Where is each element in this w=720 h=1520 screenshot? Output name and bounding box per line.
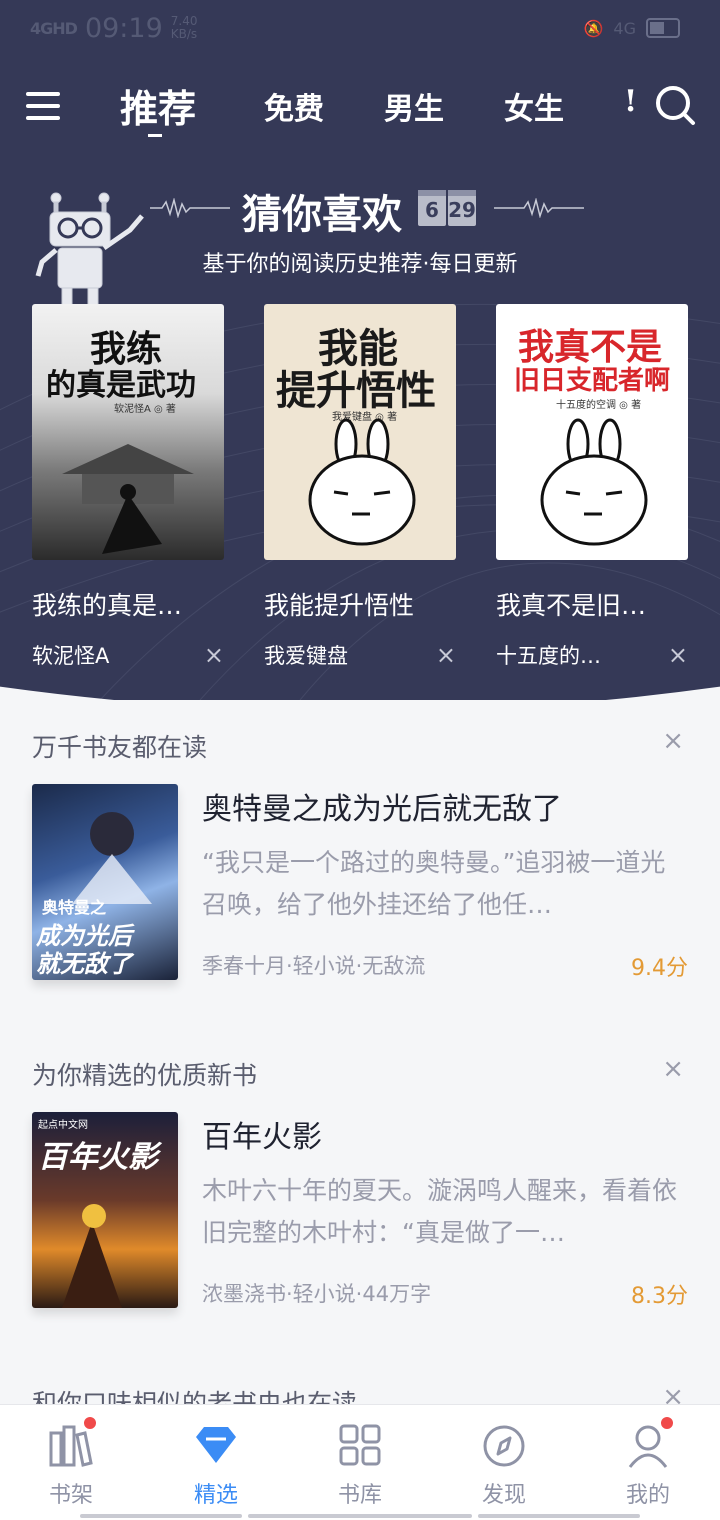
network-speed: 7.40 KB/s <box>170 14 198 41</box>
rabbit-illustration <box>308 418 416 546</box>
gesture-bar <box>0 1514 720 1520</box>
tab-male[interactable]: 男生 <box>384 84 444 128</box>
section-close-icon[interactable]: × <box>662 726 684 756</box>
rec-book-card[interactable]: 我能 提升悟性 我爱键盘 ◎ 著 我能提升悟性 我爱键盘 × <box>264 304 456 670</box>
rec-book-title: 我练的真是… <box>32 591 183 620</box>
section-popular: 万千书友都在读 × 奥特曼之 成为光后 就无敌了 奥特曼之成为光后就无敌了 “我… <box>0 720 720 1020</box>
book-description: “我只是一个路过的奥特曼。”追羽被一道光召唤，给了他外挂还给了他任… <box>202 848 666 919</box>
network-type: 4G <box>613 18 636 38</box>
tab-label: 书库 <box>337 1483 382 1508</box>
book-title: 奥特曼之成为光后就无敌了 <box>202 792 562 827</box>
rec-book-card[interactable]: 我练 的真是武功 软泥怪A ◎ 著 我练的真是… 软泥怪A × <box>32 304 224 670</box>
battery-icon <box>646 18 680 38</box>
rec-book-author: 我爱键盘 <box>264 644 348 668</box>
book-item[interactable]: 起点中文网 百年火影 百年火影 木叶六十年的夏天。漩涡鸣人醒来，看着依旧完整的木… <box>32 1112 688 1312</box>
book-description: 木叶六十年的夏天。漩涡鸣人醒来，看着依旧完整的木叶村：“真是做了一… <box>202 1176 678 1247</box>
section-new-books: 为你精选的优质新书 × 起点中文网 百年火影 百年火影 木叶六十年的夏天。漩涡鸣… <box>0 1048 720 1348</box>
rabbit-illustration <box>540 418 648 546</box>
tab-more[interactable]: ! <box>624 84 637 119</box>
book-cover: 起点中文网 百年火影 <box>32 1112 178 1308</box>
rec-book-title: 我能提升悟性 <box>264 591 415 620</box>
rec-book-author: 十五度的… <box>496 644 601 668</box>
top-nav: 推荐 免费 男生 女生 ! <box>0 72 720 142</box>
header-curve <box>0 686 720 700</box>
cover-illustration <box>62 1204 122 1308</box>
guess-title: 猜你喜欢 <box>242 192 402 238</box>
decor-wave-right <box>494 198 584 218</box>
book-cover: 奥特曼之 成为光后 就无敌了 <box>32 784 178 980</box>
section-close-icon[interactable]: × <box>662 1054 684 1084</box>
dismiss-button[interactable]: × <box>204 641 224 669</box>
notification-badge <box>659 1415 675 1431</box>
grid-icon <box>339 1424 381 1466</box>
book-score: 9.4分 <box>631 956 688 981</box>
tab-label: 发现 <box>481 1483 526 1508</box>
book-cover: 我能 提升悟性 我爱键盘 ◎ 著 <box>264 304 456 560</box>
book-meta: 季春十月·轻小说·无敌流 <box>202 954 426 978</box>
date-month: 6 <box>418 190 446 226</box>
decor-wave-left <box>150 198 230 218</box>
book-cover: 我练 的真是武功 软泥怪A ◎ 著 <box>32 304 224 560</box>
tab-free[interactable]: 免费 <box>264 84 324 128</box>
notification-badge <box>82 1415 98 1431</box>
signal-indicator: 4GHD <box>30 18 78 38</box>
section-title: 为你精选的优质新书 <box>32 1061 258 1090</box>
dismiss-button[interactable]: × <box>668 641 688 669</box>
rec-book-title: 我真不是旧… <box>496 591 647 620</box>
tab-featured[interactable]: 精选 <box>171 1423 261 1509</box>
status-right: 🔕 4G <box>583 18 680 38</box>
section-title: 万千书友都在读 <box>32 733 208 762</box>
tab-label: 书架 <box>48 1483 93 1508</box>
tab-library[interactable]: 书库 <box>315 1423 405 1509</box>
search-icon[interactable] <box>654 84 696 126</box>
book-title: 百年火影 <box>202 1120 322 1155</box>
book-score: 8.3分 <box>631 1284 688 1309</box>
tab-female[interactable]: 女生 <box>504 84 564 128</box>
rec-book-author: 软泥怪A <box>32 644 110 668</box>
book-meta: 浓墨浇书·轻小说·44万字 <box>202 1282 432 1306</box>
tab-profile[interactable]: 我的 <box>603 1415 693 1509</box>
rec-book-card[interactable]: 我真不是 旧日支配者啊 十五度的空调 ◎ 著 我真不是旧… 十五度的… × <box>496 304 688 670</box>
tab-label: 精选 <box>193 1483 238 1508</box>
tab-label: 我的 <box>625 1483 670 1508</box>
bottom-tab-bar: 书架 精选 书库 发现 我的 <box>0 1404 720 1520</box>
menu-icon[interactable] <box>26 88 62 124</box>
guess-subtitle: 基于你的阅读历史推荐·每日更新 <box>202 252 518 277</box>
mute-icon: 🔕 <box>583 18 604 38</box>
recommend-header: 4GHD 09:19 7.40 KB/s 🔕 4G 推荐 免费 男生 女生 ! <box>0 0 720 700</box>
tab-discover[interactable]: 发现 <box>459 1423 549 1509</box>
dismiss-button[interactable]: × <box>436 641 456 669</box>
status-bar: 4GHD 09:19 7.40 KB/s 🔕 4G <box>30 10 680 46</box>
cover-illustration <box>62 444 194 554</box>
book-cover: 我真不是 旧日支配者啊 十五度的空调 ◎ 著 <box>496 304 688 560</box>
tab-recommend[interactable]: 推荐 <box>120 78 196 137</box>
diamond-icon <box>196 1427 236 1463</box>
tab-bookshelf[interactable]: 书架 <box>26 1415 116 1509</box>
date-day: 29 <box>448 190 476 226</box>
book-item[interactable]: 奥特曼之 成为光后 就无敌了 奥特曼之成为光后就无敌了 “我只是一个路过的奥特曼… <box>32 784 688 984</box>
clock: 09:19 <box>84 12 163 44</box>
compass-icon <box>483 1425 525 1467</box>
